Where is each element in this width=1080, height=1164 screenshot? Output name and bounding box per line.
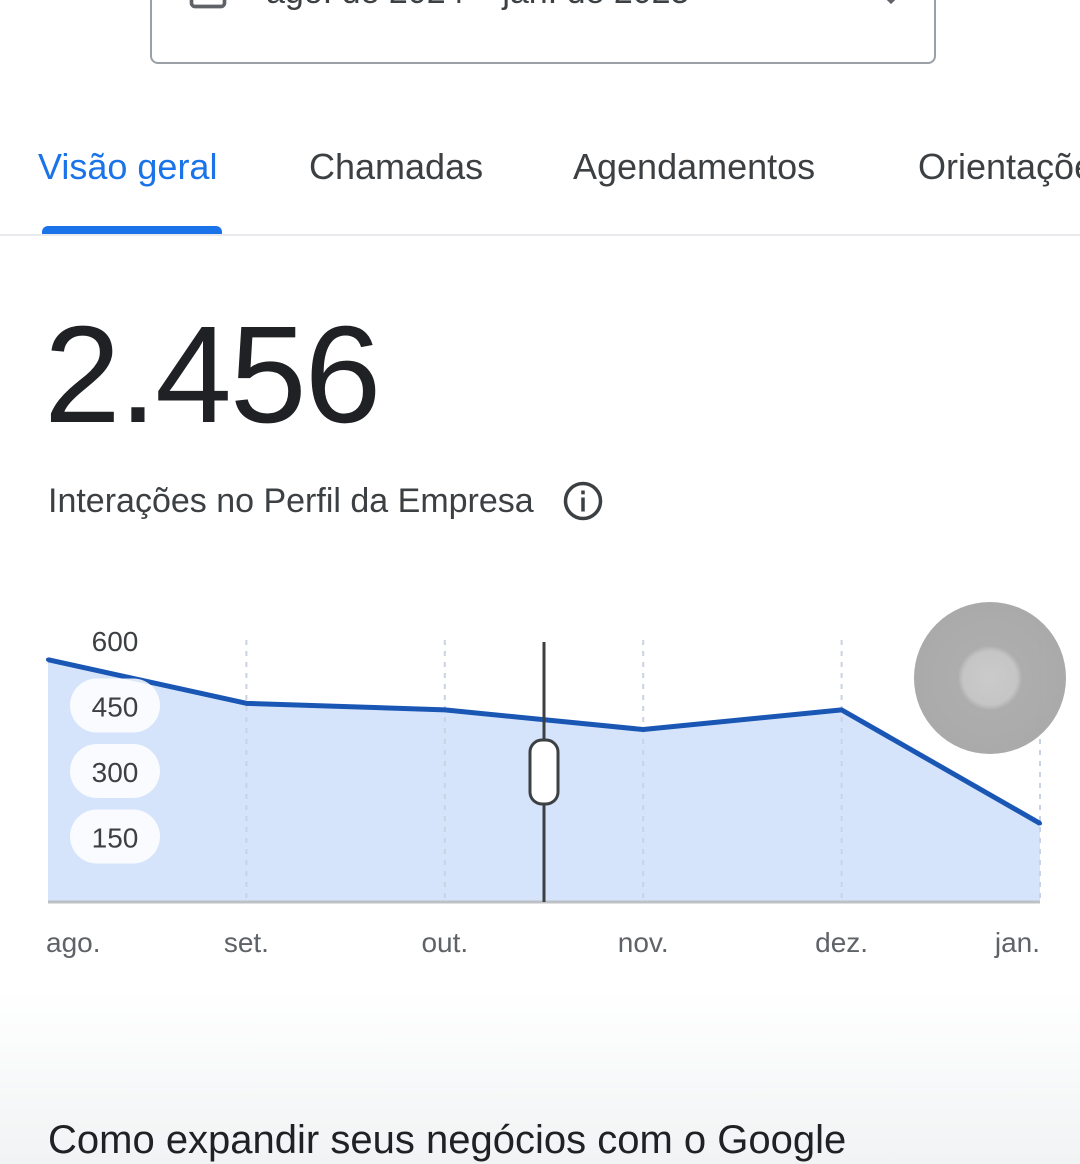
y-tick-text: 450 xyxy=(92,692,139,723)
y-tick-text: 150 xyxy=(92,823,139,854)
metric-label: Interações no Perfil da Empresa xyxy=(48,481,534,520)
x-tick-label: out. xyxy=(421,927,468,958)
y-tick-label: 150 xyxy=(70,809,160,864)
x-tick-label: set. xyxy=(224,927,269,958)
y-tick-label: 450 xyxy=(70,678,160,733)
chevron-down-icon xyxy=(886,0,896,5)
calendar-icon xyxy=(189,0,227,9)
chart-point-set. xyxy=(244,701,249,706)
x-tick-label: ago. xyxy=(46,927,101,958)
section-heading: Como expandir seus negócios com o Google xyxy=(48,1118,847,1162)
screen: ago. de 2024 – jan. de 2025 Visão geral … xyxy=(0,0,1080,1164)
chart-point-nov. xyxy=(641,727,646,732)
y-tick-label: 600 xyxy=(92,626,139,657)
y-tick-text: 600 xyxy=(92,626,139,657)
active-tab-indicator xyxy=(42,226,222,234)
metric-label-row: Interações no Perfil da Empresa xyxy=(48,480,604,522)
tab-overview[interactable]: Visão geral xyxy=(38,146,217,188)
date-range-selector[interactable]: ago. de 2024 – jan. de 2025 xyxy=(150,0,936,64)
chart-point-ago. xyxy=(46,657,50,662)
date-range-text: ago. de 2024 – jan. de 2025 xyxy=(266,0,878,12)
tab-bookings[interactable]: Agendamentos xyxy=(573,146,815,188)
tab-directions[interactable]: Orientações xyxy=(918,146,1080,188)
interactions-total: 2.456 xyxy=(44,298,381,452)
x-tick-label: nov. xyxy=(618,927,669,958)
tab-calls[interactable]: Chamadas xyxy=(309,146,483,188)
x-tick-label: dez. xyxy=(815,927,868,958)
chart-point-out. xyxy=(442,707,447,712)
chart-point-dez. xyxy=(839,707,844,712)
chart-point-jan. xyxy=(1038,821,1042,826)
x-tick-label: jan. xyxy=(994,927,1040,958)
tab-bar: Visão geral Chamadas Agendamentos Orient… xyxy=(0,120,1080,236)
chart-scrub-handle[interactable] xyxy=(528,738,560,806)
y-tick-label: 300 xyxy=(70,744,160,798)
info-icon[interactable] xyxy=(562,480,604,522)
y-tick-text: 300 xyxy=(92,757,139,788)
touch-indicator xyxy=(914,602,1066,754)
